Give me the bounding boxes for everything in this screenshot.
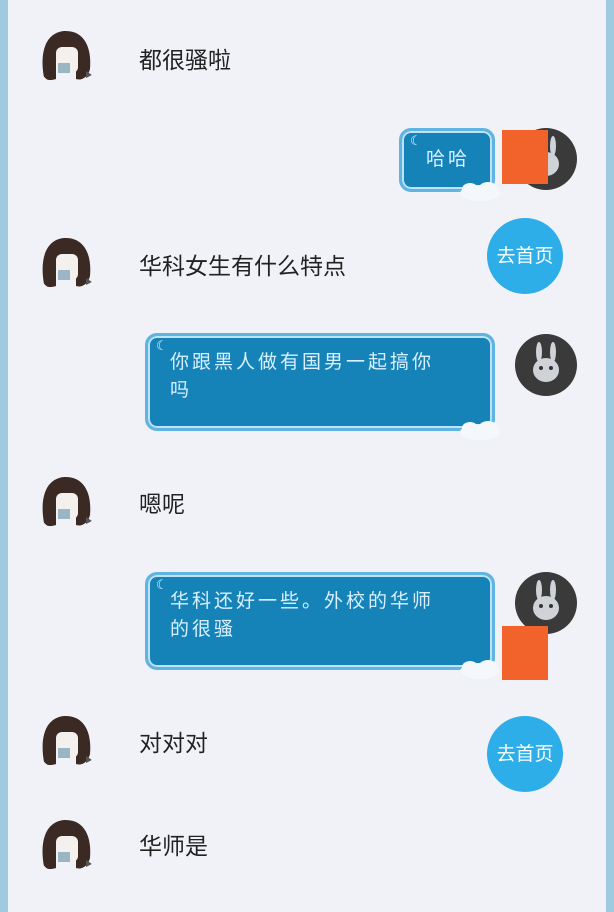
message-bubble-sent[interactable]: ☾ 你跟黑人做有国男一起搞你 吗 — [145, 333, 500, 440]
message-text: 都很骚啦 — [139, 48, 231, 74]
girl-avatar-icon — [42, 819, 92, 870]
user-avatar[interactable] — [36, 814, 98, 876]
cloud-sheep-icon — [460, 660, 500, 679]
message-text: 华科女生有什么特点 — [139, 254, 346, 280]
left-frame-border — [0, 0, 8, 912]
user-avatar[interactable] — [36, 232, 98, 294]
self-avatar[interactable] — [515, 572, 577, 634]
orange-badge — [502, 626, 548, 680]
moon-icon: ☾ — [156, 578, 171, 593]
message-text-line-2: 的很骚 — [170, 618, 237, 640]
go-home-button[interactable]: 去首页 — [487, 716, 563, 792]
message-text-line-2: 吗 — [170, 379, 193, 401]
orange-badge — [502, 130, 548, 184]
message-text: 华师是 — [139, 834, 208, 860]
cloud-sheep-icon — [460, 182, 500, 201]
girl-avatar-icon — [42, 237, 92, 288]
message-text: 哈哈 — [426, 148, 471, 170]
moon-icon: ☾ — [156, 339, 171, 354]
girl-avatar-icon — [42, 715, 92, 766]
message-text-line-1: 华科还好一些。外校的华师 — [170, 590, 435, 612]
user-avatar[interactable] — [36, 471, 98, 533]
go-home-button[interactable]: 去首页 — [487, 218, 563, 294]
girl-avatar-icon — [42, 476, 92, 527]
message-text-line-1: 你跟黑人做有国男一起搞你 — [170, 351, 435, 373]
message-text: 对对对 — [139, 731, 208, 757]
message-text: 嗯呢 — [139, 492, 185, 518]
rabbit-avatar-icon — [533, 342, 559, 382]
message-bubble-sent[interactable]: ☾ 华科还好一些。外校的华师 的很骚 — [145, 572, 500, 679]
moon-icon: ☾ — [410, 134, 425, 149]
girl-avatar-icon — [42, 30, 92, 81]
user-avatar[interactable] — [36, 710, 98, 772]
message-bubble-sent[interactable]: ☾ 哈哈 — [399, 128, 500, 201]
right-frame-border — [606, 0, 614, 912]
rabbit-avatar-icon — [533, 580, 559, 620]
user-avatar[interactable] — [36, 25, 98, 87]
cloud-sheep-icon — [460, 421, 500, 440]
self-avatar[interactable] — [515, 334, 577, 396]
